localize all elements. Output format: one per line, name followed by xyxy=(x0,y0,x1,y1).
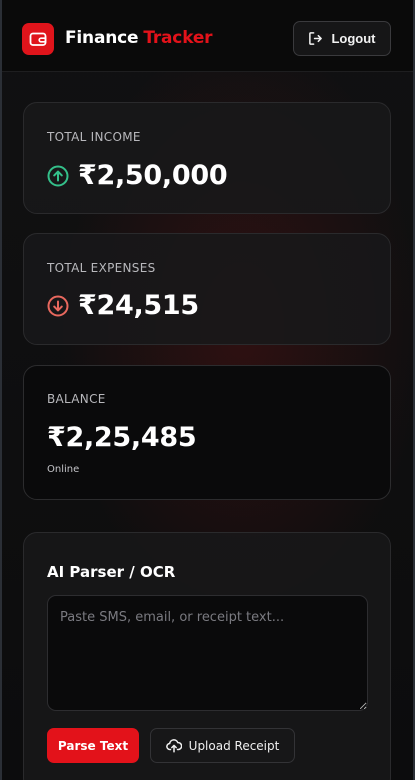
total-income-row: ₹2,50,000 xyxy=(47,160,228,191)
parse-text-label: Parse Text xyxy=(57,738,129,753)
total-income-amount: ₹2,50,000 xyxy=(78,160,228,191)
app-title-part1: Finance xyxy=(65,28,139,48)
total-expenses-amount: ₹24,515 xyxy=(78,290,199,321)
parse-text-button[interactable]: Parse Text xyxy=(47,728,139,763)
logout-label: Logout xyxy=(331,31,376,46)
ai-parser-title: AI Parser / OCR xyxy=(47,563,176,581)
app-title-part2: Tracker xyxy=(143,28,213,48)
parser-text-input[interactable] xyxy=(47,595,368,711)
upload-receipt-button[interactable]: Upload Receipt xyxy=(150,728,295,763)
logout-icon xyxy=(309,32,323,45)
balance-label: BALANCE xyxy=(47,392,106,406)
balance-amount: ₹2,25,485 xyxy=(47,422,197,453)
upload-receipt-label: Upload Receipt xyxy=(188,738,280,753)
arrow-up-circle-icon xyxy=(47,165,69,186)
wallet-icon xyxy=(22,23,54,55)
app-frame: Finance Tracker Logout TOTAL INCOME ₹2,50… xyxy=(0,0,415,780)
total-expenses-card: TOTAL EXPENSES ₹24,515 xyxy=(23,233,391,345)
balance-card: BALANCE ₹2,25,485 Online xyxy=(23,365,391,500)
cloud-upload-icon xyxy=(165,739,182,753)
total-income-label: TOTAL INCOME xyxy=(47,130,141,144)
balance-row: ₹2,25,485 xyxy=(47,422,197,453)
top-header: Finance Tracker Logout xyxy=(2,0,413,72)
total-expenses-label: TOTAL EXPENSES xyxy=(47,261,156,275)
total-expenses-row: ₹24,515 xyxy=(47,290,199,321)
total-income-card: TOTAL INCOME ₹2,50,000 xyxy=(23,102,391,214)
logout-button[interactable]: Logout xyxy=(293,21,391,56)
ai-parser-card: AI Parser / OCR Parse Text Upload Receip… xyxy=(23,532,391,780)
balance-status: Online xyxy=(47,464,80,475)
app-title: Finance Tracker xyxy=(65,28,213,50)
arrow-down-circle-icon xyxy=(47,295,69,316)
